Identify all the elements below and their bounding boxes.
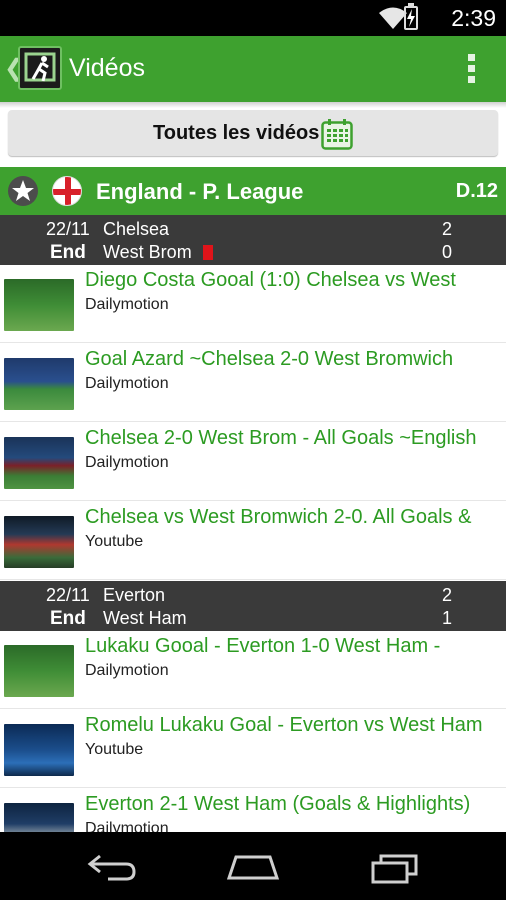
- away-score: 1: [442, 608, 453, 628]
- video-source: Dailymotion: [85, 662, 169, 679]
- match-status: End: [50, 608, 86, 629]
- match-date: 22/11: [46, 585, 90, 605]
- action-bar-shadow: [0, 102, 506, 108]
- away-team: West Ham: [103, 608, 187, 628]
- league-header[interactable]: England - P. League D.12: [0, 167, 506, 215]
- home-icon[interactable]: [226, 852, 280, 882]
- video-source: Youtube: [85, 741, 144, 758]
- video-list-item[interactable]: Chelsea vs West Bromwich 2-0. All Goals …: [0, 502, 506, 580]
- video-title[interactable]: Goal Azard ~Chelsea 2-0 West Bromwich: [85, 348, 503, 371]
- england-flag-icon: [52, 176, 82, 206]
- league-name: England - P. League: [96, 179, 304, 204]
- video-thumbnail[interactable]: [4, 516, 74, 568]
- clock: 2:39: [451, 5, 496, 31]
- away-score: 0: [442, 242, 453, 262]
- video-title[interactable]: Lukaku Gooal - Everton 1-0 West Ham -: [85, 635, 503, 658]
- match-status: End: [50, 242, 86, 263]
- video-title[interactable]: Everton 2-1 West Ham (Goals & Highlights…: [85, 793, 503, 816]
- home-score: 2: [442, 219, 453, 239]
- video-title[interactable]: Diego Costa Gooal (1:0) Chelsea vs West: [85, 269, 503, 292]
- away-team: West Brom: [103, 242, 192, 262]
- video-title[interactable]: Romelu Lukaku Goal - Everton vs West Ham: [85, 714, 503, 737]
- video-list-item[interactable]: Chelsea 2-0 West Brom - All Goals ~Engli…: [0, 423, 506, 501]
- video-source: Dailymotion: [85, 454, 169, 471]
- system-nav-bar: [0, 832, 506, 900]
- video-source: Dailymotion: [85, 375, 169, 392]
- video-thumbnail[interactable]: [4, 358, 74, 410]
- video-list-item[interactable]: Goal Azard ~Chelsea 2-0 West Bromwich Da…: [0, 344, 506, 422]
- matchday: D.12: [455, 180, 498, 202]
- calendar-icon[interactable]: [321, 118, 353, 150]
- match-date: 22/11: [46, 219, 90, 239]
- home-team: Everton: [103, 585, 166, 605]
- overflow-menu-icon[interactable]: [468, 54, 476, 84]
- video-title[interactable]: Chelsea 2-0 West Brom - All Goals ~Engli…: [85, 427, 503, 450]
- video-list-item[interactable]: Lukaku Gooal - Everton 1-0 West Ham - Da…: [0, 631, 506, 709]
- video-thumbnail[interactable]: [4, 645, 74, 697]
- video-thumbnail[interactable]: [4, 279, 74, 331]
- all-videos-button[interactable]: Toutes les vidéos: [8, 110, 498, 156]
- screen-title: Vidéos: [69, 54, 145, 82]
- action-bar: ❮ Vidéos: [0, 36, 506, 102]
- red-card-icon: [203, 245, 213, 260]
- video-thumbnail[interactable]: [4, 724, 74, 776]
- status-bar: 2:39: [0, 0, 506, 36]
- home-score: 2: [442, 585, 453, 605]
- back-icon[interactable]: [86, 852, 138, 882]
- video-source: Dailymotion: [85, 296, 169, 313]
- battery-icon: [404, 6, 418, 30]
- match-header[interactable]: 22/11 End Chelsea West Brom 2 0: [0, 215, 506, 265]
- favorite-star-icon[interactable]: [8, 176, 38, 206]
- app-logo-icon[interactable]: [18, 46, 62, 90]
- match-header[interactable]: 22/11 End Everton West Ham 2 1: [0, 581, 506, 631]
- home-team: Chelsea: [103, 219, 170, 239]
- all-videos-label: Toutes les vidéos: [153, 122, 320, 144]
- video-title[interactable]: Chelsea vs West Bromwich 2-0. All Goals …: [85, 506, 503, 529]
- video-list-item[interactable]: Diego Costa Gooal (1:0) Chelsea vs West …: [0, 265, 506, 343]
- recent-apps-icon[interactable]: [370, 852, 420, 884]
- video-source: Youtube: [85, 533, 144, 550]
- video-thumbnail[interactable]: [4, 437, 74, 489]
- video-list-item[interactable]: Romelu Lukaku Goal - Everton vs West Ham…: [0, 710, 506, 788]
